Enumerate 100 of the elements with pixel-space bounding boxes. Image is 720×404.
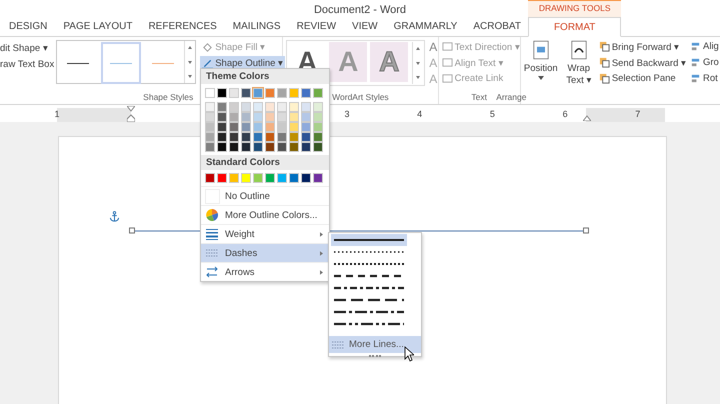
color-swatch[interactable] [241,112,251,122]
color-swatch[interactable] [205,142,215,152]
ribbon-tab[interactable]: REVIEW [288,17,344,36]
color-swatch[interactable] [265,142,275,152]
color-swatch[interactable] [277,142,287,152]
color-swatch[interactable] [217,102,227,112]
color-swatch[interactable] [241,102,251,112]
color-swatch[interactable] [289,173,299,183]
color-swatch[interactable] [241,173,251,183]
color-swatch[interactable] [241,88,251,98]
color-swatch[interactable] [277,132,287,142]
color-swatch[interactable] [205,102,215,112]
color-swatch[interactable] [313,173,323,183]
color-swatch[interactable] [217,142,227,152]
color-swatch[interactable] [253,112,263,122]
color-swatch[interactable] [313,88,323,98]
color-swatch[interactable] [253,102,263,112]
color-swatch[interactable] [205,112,215,122]
color-swatch[interactable] [277,173,287,183]
color-swatch[interactable] [301,173,311,183]
ribbon-tab[interactable]: ACROBAT [464,17,528,36]
color-swatch[interactable] [289,102,299,112]
color-swatch[interactable] [217,88,227,98]
color-swatch[interactable] [217,112,227,122]
wrap-text-button[interactable]: Wrap Text ▾ [560,40,597,86]
dash-style-option[interactable] [331,234,407,246]
color-swatch[interactable] [313,132,323,142]
ribbon-tab[interactable]: PAGE LAYOUT [54,17,140,36]
color-swatch[interactable] [265,88,275,98]
color-swatch[interactable] [289,88,299,98]
color-swatch[interactable] [229,102,239,112]
ribbon-command[interactable]: Rot [690,72,720,85]
color-swatch[interactable] [253,122,263,132]
color-swatch[interactable] [229,122,239,132]
color-swatch[interactable] [253,88,263,98]
position-button[interactable]: Position [522,40,559,86]
layers-icon [598,57,610,68]
ribbon-tab[interactable]: VIEW [343,17,385,36]
color-swatch[interactable] [229,88,239,98]
color-swatch[interactable] [217,122,227,132]
ribbon-command[interactable]: Send Backward ▾ [598,56,686,69]
color-swatch[interactable] [289,112,299,122]
ribbon-command[interactable]: dit Shape ▾ [0,41,54,54]
ribbon-command[interactable]: Bring Forward ▾ [598,40,686,53]
color-swatch[interactable] [301,122,311,132]
color-swatch[interactable] [289,142,299,152]
color-swatch[interactable] [277,112,287,122]
resize-grip-icon[interactable] [369,355,381,359]
color-swatch[interactable] [277,88,287,98]
color-swatch[interactable] [265,132,275,142]
more-lines-item[interactable]: More Lines... [329,336,421,353]
color-swatch[interactable] [277,102,287,112]
color-swatch[interactable] [313,112,323,122]
ribbon-tab[interactable]: MAILINGS [224,17,288,36]
ribbon-tab[interactable]: DESIGN [0,17,54,36]
color-swatch[interactable] [301,132,311,142]
color-swatch[interactable] [301,88,311,98]
color-swatch[interactable] [277,122,287,132]
color-swatch[interactable] [229,112,239,122]
color-swatch[interactable] [229,132,239,142]
color-swatch[interactable] [265,122,275,132]
menu-item[interactable]: More Outline Colors... [201,205,329,224]
color-swatch[interactable] [289,122,299,132]
color-swatch[interactable] [241,122,251,132]
color-swatch[interactable] [313,142,323,152]
color-swatch[interactable] [313,122,323,132]
color-swatch[interactable] [217,132,227,142]
ribbon-command[interactable]: Selection Pane [598,72,686,85]
indent-marker-icon[interactable] [127,106,135,122]
menu-item[interactable]: No Outline [201,186,329,205]
ribbon-command[interactable]: raw Text Box [0,58,54,71]
ribbon-tab[interactable]: GRAMMARLY [384,17,464,36]
color-swatch[interactable] [205,132,215,142]
color-swatch[interactable] [253,173,263,183]
color-swatch[interactable] [301,112,311,122]
color-swatch[interactable] [313,102,323,112]
layers-icon [598,41,610,52]
color-swatch[interactable] [265,112,275,122]
menu-item[interactable]: Dashes [201,243,329,262]
color-swatch[interactable] [241,132,251,142]
color-swatch[interactable] [289,132,299,142]
shape-style-option[interactable] [100,42,141,84]
color-swatch[interactable] [253,132,263,142]
ribbon-command[interactable]: Gro [690,56,720,69]
color-swatch[interactable] [205,122,215,132]
ribbon-tab[interactable]: REFERENCES [139,17,224,36]
ribbon-tab[interactable]: FORMAT [528,17,622,37]
color-swatch[interactable] [229,142,239,152]
color-swatch[interactable] [205,88,215,98]
ribbon-command[interactable]: Alig [690,40,720,53]
color-swatch[interactable] [217,173,227,183]
color-swatch[interactable] [265,173,275,183]
color-swatch[interactable] [265,102,275,112]
color-swatch[interactable] [205,173,215,183]
color-swatch[interactable] [241,142,251,152]
color-swatch[interactable] [253,142,263,152]
color-swatch[interactable] [301,142,311,152]
text-effect-button[interactable]: A [429,40,438,54]
color-swatch[interactable] [301,102,311,112]
color-swatch[interactable] [229,173,239,183]
